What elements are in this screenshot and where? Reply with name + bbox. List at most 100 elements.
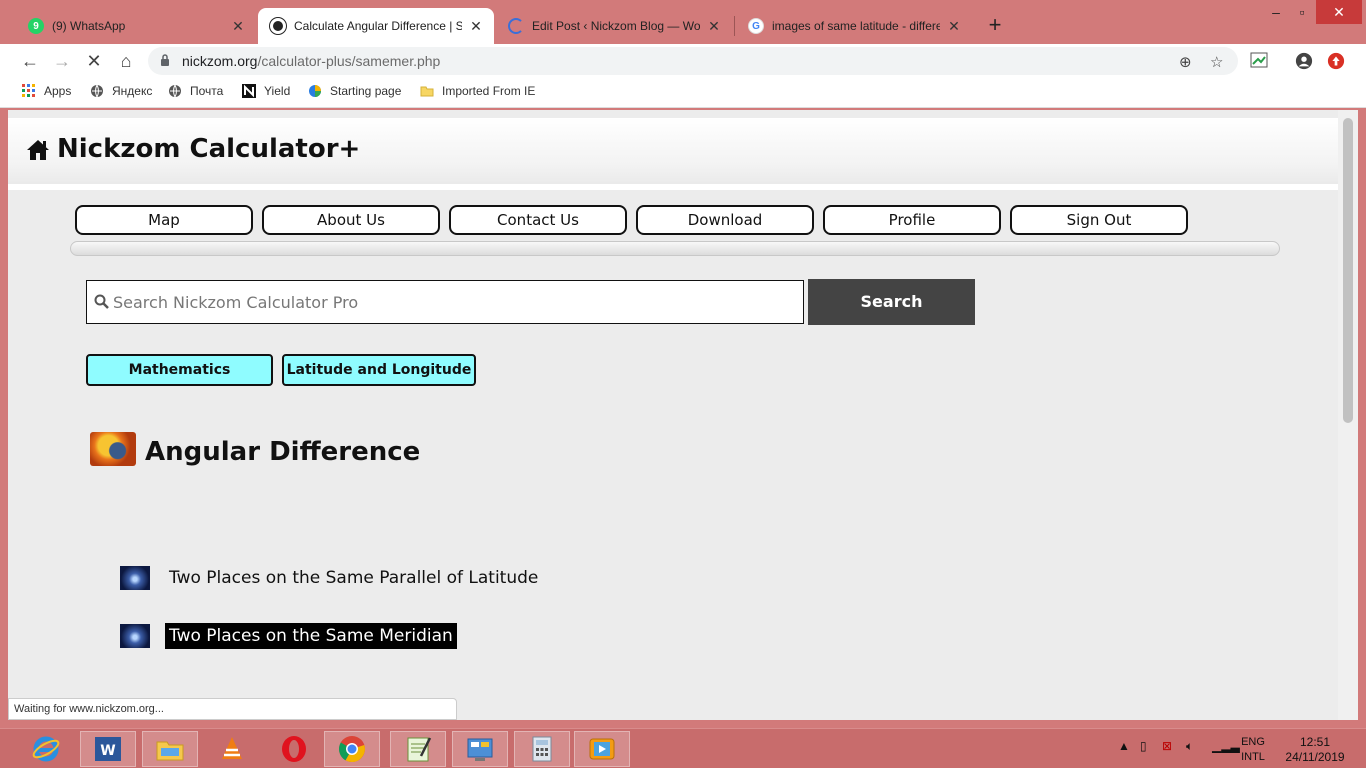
zoom-icon[interactable]: ⊕ xyxy=(1179,53,1192,71)
bookmark-yandex[interactable]: Яндекс xyxy=(90,84,152,98)
bookmark-label: Yield xyxy=(264,84,291,98)
page-title: Angular Difference xyxy=(145,437,421,467)
search-input[interactable] xyxy=(113,289,793,315)
calculator-icon[interactable] xyxy=(514,731,570,767)
search-field[interactable] xyxy=(86,280,804,324)
lock-icon xyxy=(161,54,169,66)
clock-time: 12:51 xyxy=(1299,735,1331,749)
internet-explorer-icon[interactable] xyxy=(18,731,74,767)
keyboard-layout: INTL xyxy=(1241,751,1265,763)
bookmark-pochta[interactable]: Почта xyxy=(168,84,223,98)
bookmark-imported-from-ie[interactable]: Imported From IE xyxy=(420,84,535,98)
nickzom-icon xyxy=(270,18,286,34)
folder-icon xyxy=(420,86,434,97)
tab-title: Calculate Angular Difference | Sa xyxy=(294,19,462,33)
link-text[interactable]: Two Places on the Same Meridian xyxy=(165,623,457,649)
search-button[interactable]: Search xyxy=(808,279,975,325)
svg-text:W: W xyxy=(100,743,115,759)
tab-title: Edit Post ‹ Nickzom Blog — Word xyxy=(532,19,700,33)
loading-spinner-icon xyxy=(508,18,524,34)
header-divider xyxy=(8,184,1338,190)
category-latitude-longitude-button[interactable]: Latitude and Longitude xyxy=(282,354,476,386)
language-code: ENG xyxy=(1241,736,1265,748)
close-tab-icon[interactable]: ✕ xyxy=(946,18,962,35)
notepad-icon[interactable] xyxy=(390,731,446,767)
globe-thumbnail-image xyxy=(120,566,150,590)
tab-whatsapp[interactable]: 9 (9) WhatsApp ✕ xyxy=(16,8,256,44)
link-same-meridian[interactable]: Two Places on the Same Meridian xyxy=(120,623,457,649)
word-icon[interactable]: W xyxy=(80,731,136,767)
opera-icon[interactable] xyxy=(266,731,322,767)
nav-map-button[interactable]: Map xyxy=(75,205,253,235)
site-brand[interactable]: Nickzom Calculator+ xyxy=(57,134,360,164)
language-indicator[interactable]: ENG INTL xyxy=(1236,735,1270,765)
nav-sign-out-button[interactable]: Sign Out xyxy=(1010,205,1188,235)
chrome-icon[interactable] xyxy=(324,731,380,767)
volume-icon[interactable]: 🔈︎ xyxy=(1186,739,1193,754)
search-icon xyxy=(94,294,109,309)
media-player-icon[interactable] xyxy=(574,731,630,767)
new-tab-button[interactable]: + xyxy=(984,12,1006,38)
nav-about-us-button[interactable]: About Us xyxy=(262,205,440,235)
nav-download-button[interactable]: Download xyxy=(636,205,814,235)
bookmarks-bar: Apps Яндекс Почта Yield Starting page Im… xyxy=(0,78,1366,108)
globe-icon xyxy=(91,84,103,98)
bookmark-star-icon[interactable]: ☆ xyxy=(1210,53,1223,71)
bookmark-label: Starting page xyxy=(330,84,402,98)
nav-contact-us-button[interactable]: Contact Us xyxy=(449,205,627,235)
file-explorer-icon[interactable] xyxy=(142,731,198,767)
extension-icon[interactable] xyxy=(1250,52,1270,70)
category-mathematics-button[interactable]: Mathematics xyxy=(86,354,273,386)
tab-google-images[interactable]: G images of same latitude - differe ✕ xyxy=(736,8,972,44)
whatsapp-icon: 9 xyxy=(28,18,44,34)
profile-icon[interactable] xyxy=(1294,52,1314,70)
tab-title: (9) WhatsApp xyxy=(52,19,126,33)
bookmark-label: Imported From IE xyxy=(442,84,536,98)
yield-n-icon xyxy=(242,84,256,98)
close-tab-icon[interactable]: ✕ xyxy=(706,18,722,35)
update-alert-icon[interactable] xyxy=(1326,52,1346,70)
tab-title: images of same latitude - differe xyxy=(772,19,940,33)
network-icon[interactable]: ⊠ xyxy=(1162,739,1172,753)
google-icon: G xyxy=(748,18,764,34)
url-text: nickzom.org/calculator-plus/samemer.php xyxy=(182,53,440,69)
scrollbar-thumb[interactable] xyxy=(1343,118,1353,423)
link-text[interactable]: Two Places on the Same Parallel of Latit… xyxy=(165,565,542,591)
bookmark-apps[interactable]: Apps xyxy=(22,84,71,98)
control-panel-icon[interactable] xyxy=(452,731,508,767)
vlc-icon[interactable] xyxy=(204,731,260,767)
forward-button[interactable]: → xyxy=(50,49,74,73)
clock-date: 24/11/2019 xyxy=(1285,750,1345,764)
home-button[interactable]: ⌂ xyxy=(114,49,138,73)
address-bar[interactable]: nickzom.org/calculator-plus/samemer.php … xyxy=(148,47,1238,75)
tab-edit-post[interactable]: Edit Post ‹ Nickzom Blog — Word ✕ xyxy=(496,8,732,44)
angular-difference-image xyxy=(90,432,136,466)
home-icon[interactable] xyxy=(26,139,50,161)
site-header: Nickzom Calculator+ xyxy=(8,118,1338,184)
stop-loading-button[interactable]: ✕ xyxy=(82,49,106,73)
tab-separator xyxy=(734,16,735,36)
close-tab-icon[interactable]: ✕ xyxy=(468,18,484,35)
show-hidden-icons-button[interactable]: ▲ xyxy=(1118,739,1130,753)
nav-divider-bar xyxy=(70,241,1280,256)
action-center-icon[interactable]: ▯ xyxy=(1140,739,1147,753)
bookmark-yield[interactable]: Yield xyxy=(242,84,290,98)
link-same-parallel[interactable]: Two Places on the Same Parallel of Latit… xyxy=(120,565,542,591)
nav-profile-button[interactable]: Profile xyxy=(823,205,1001,235)
url-host: nickzom.org xyxy=(182,53,258,69)
bookmark-starting-page[interactable]: Starting page xyxy=(308,84,401,98)
bookmark-label: Apps xyxy=(44,84,72,98)
system-clock[interactable]: 12:51 24/11/2019 xyxy=(1280,735,1350,765)
globe-icon xyxy=(169,84,181,98)
windows-taskbar: W ▲ ▯ ⊠ 🔈︎ ▁▂▃ ENG INTL 12:51 24/11/2019 xyxy=(0,728,1366,768)
tab-angular-difference[interactable]: Calculate Angular Difference | Sa ✕ xyxy=(258,8,494,44)
starting-page-icon xyxy=(309,85,321,97)
apps-grid-icon xyxy=(22,84,35,97)
status-bar: Waiting for www.nickzom.org... xyxy=(8,698,457,720)
maximize-button[interactable]: ▫ xyxy=(1284,0,1320,24)
close-window-button[interactable]: ✕ xyxy=(1316,0,1362,24)
url-path: /calculator-plus/samemer.php xyxy=(257,53,441,69)
page-scrollbar[interactable] xyxy=(1338,110,1358,720)
back-button[interactable]: ← xyxy=(18,49,42,73)
close-tab-icon[interactable]: ✕ xyxy=(230,18,246,35)
